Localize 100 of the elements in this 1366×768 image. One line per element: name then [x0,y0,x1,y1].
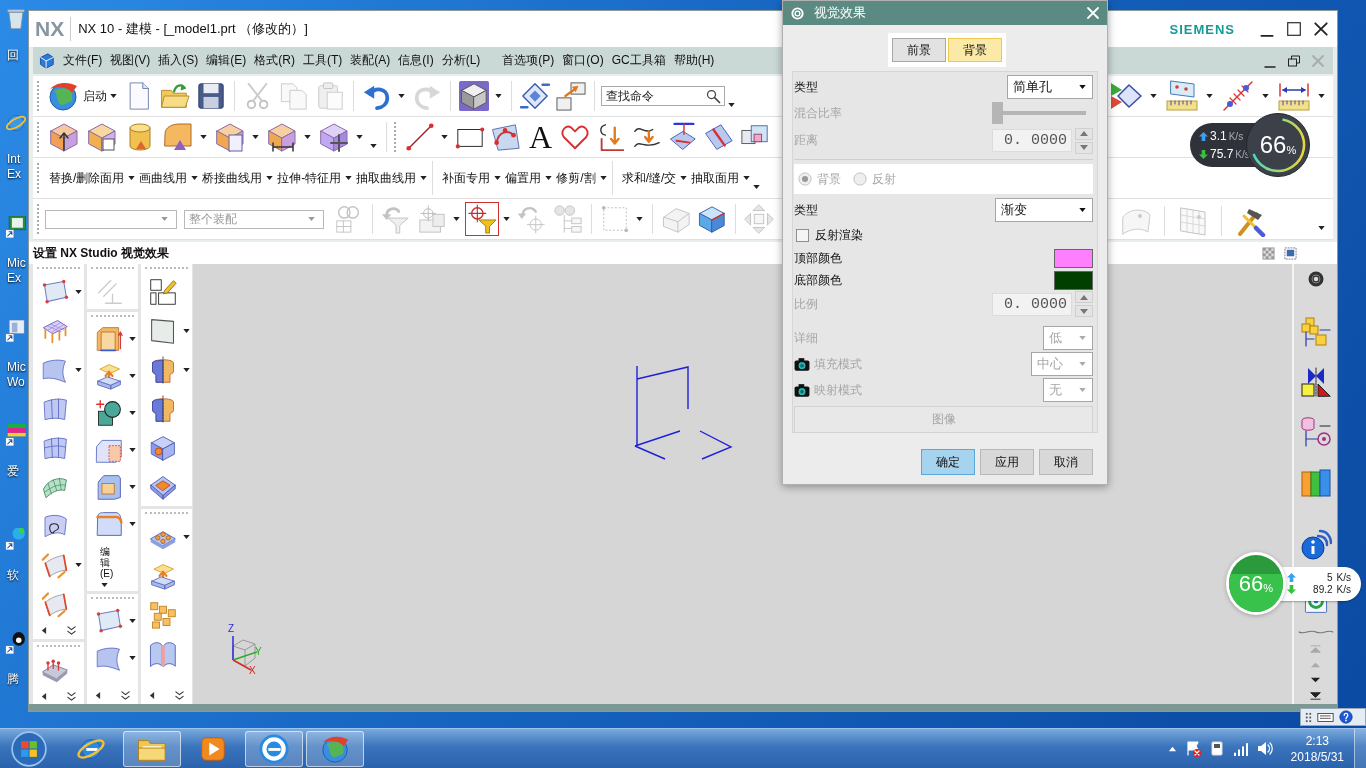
open-book-icon[interactable] [149,639,177,668]
caret-down-icon[interactable] [129,521,136,526]
restore-icon[interactable] [1287,53,1301,68]
toolbar-menu-button[interactable]: 抽取曲线用 [356,169,428,187]
toolbar-menu-button[interactable]: 桥接曲线用 [202,169,274,187]
open-folder-icon[interactable] [160,81,190,111]
caret-down-icon[interactable] [420,176,428,180]
settings-icon[interactable] [1307,271,1324,287]
caret-down-icon[interactable] [345,176,353,180]
caret-down-icon[interactable] [1318,94,1325,98]
color-swatch-icon[interactable] [1054,248,1093,268]
plane-offset-icon[interactable] [95,361,123,390]
toolbar-menu-button[interactable]: 补面专用 [442,169,502,187]
toolbar-menu-button[interactable]: 偏置用 [505,169,553,187]
circle-bar-icon[interactable] [259,733,289,764]
expand-icon[interactable] [67,625,76,635]
cube-hole-icon[interactable] [149,433,177,462]
scroll-left-icon[interactable] [95,691,101,699]
diamond-arrows-icon[interactable] [520,81,550,111]
taskbar-button[interactable] [306,730,364,767]
checkbox-option[interactable]: 反射渲染 [796,226,863,244]
square-circle-icon[interactable] [95,398,123,427]
scroll-bottom-icon[interactable] [1310,692,1321,701]
dropdown[interactable]: 渐变 [995,198,1093,222]
caret-down-icon[interactable] [545,176,553,180]
search-field[interactable]: 查找命令 [601,86,725,106]
caret-down-icon[interactable] [1079,85,1086,89]
caret-down-icon[interactable] [183,367,190,372]
cut-cylinder-icon[interactable] [149,355,177,384]
scroll-left-icon[interactable] [41,692,47,700]
caret-down-icon[interactable] [495,94,502,98]
decrement-button[interactable] [1075,305,1093,317]
caret-down-icon[interactable] [75,367,82,372]
increment-button[interactable] [1075,127,1093,140]
decrement-button[interactable] [1075,141,1093,154]
menu-item[interactable]: GC工具箱 [607,52,670,69]
caret-down-icon[interactable] [75,289,82,294]
menu-item[interactable]: 分析(L) [437,52,485,69]
clock-time[interactable]: 2:13 [1305,732,1329,749]
menu-item[interactable]: 文件(F) [59,52,107,69]
cubes-tree-icon[interactable] [1299,316,1332,348]
rounded-block-icon[interactable] [162,121,194,153]
caret-up-icon[interactable] [1167,744,1177,753]
color-swatch-icon[interactable] [1054,270,1093,290]
caret-down-icon[interactable] [128,176,136,180]
caret-down-icon[interactable] [183,534,190,539]
clock-date[interactable]: 2018/5/31 [1290,748,1344,765]
books-icon[interactable] [1299,466,1332,498]
triangles-square-icon[interactable] [1299,366,1332,398]
caret-down-icon[interactable] [1206,94,1213,98]
caret-down-icon[interactable] [1079,208,1086,212]
caret-down-icon[interactable] [129,336,136,341]
caret-down-icon[interactable] [129,447,136,452]
caret-down-icon[interactable] [1150,94,1157,98]
scroll-left-icon[interactable] [41,626,47,634]
caret-down-icon[interactable] [252,135,259,139]
spreadsheet-shortcut-icon[interactable] [5,216,27,238]
cube-arrow-icon[interactable] [48,121,80,153]
caret-down-icon[interactable] [1318,225,1325,230]
spin-down-icon[interactable] [1079,307,1089,315]
globe-ring-icon[interactable] [5,112,27,134]
caret-down-icon[interactable] [75,562,82,567]
panel-icon[interactable] [149,316,177,345]
shaded-cube-icon[interactable] [459,81,489,111]
caret-down-icon[interactable] [636,217,643,221]
caret-down-icon[interactable] [129,410,136,415]
cylinder-tree-icon[interactable] [1299,416,1332,448]
caret-down-icon[interactable] [304,135,311,139]
device-icon[interactable] [1208,740,1225,757]
menu-item[interactable]: 帮助(H) [669,52,719,69]
help-icon[interactable] [1339,710,1353,724]
menu-item[interactable]: 视图(V) [106,52,155,69]
text-tool[interactable]: A [529,121,553,153]
recycle-bin-icon[interactable] [5,8,27,30]
caret-down-icon[interactable] [398,94,405,98]
caret-down-icon[interactable] [129,373,136,378]
cube-copy-icon[interactable] [86,121,118,153]
toolbar-menu-button[interactable]: 画曲线用 [139,169,199,187]
show-desktop-button[interactable] [1354,729,1366,768]
caret-down-icon[interactable] [503,217,510,221]
toolbar-menu-button[interactable]: 修剪/割 [556,169,607,187]
box-blend-icon[interactable] [95,509,123,538]
increment-button[interactable] [1075,291,1093,303]
menu-item[interactable]: 插入(S) [154,52,203,69]
layout-pencil-icon[interactable] [149,277,177,306]
expand-icon[interactable] [67,691,76,701]
scroll-left-icon[interactable] [149,691,155,699]
flag-error-icon[interactable] [1184,740,1201,757]
maximize-icon[interactable] [1286,21,1302,37]
app-shortcut-icon[interactable] [5,632,27,654]
plane-offset-icon[interactable] [149,561,177,590]
cube-measure-icon[interactable] [266,121,298,153]
expand-icon[interactable] [175,690,184,700]
caret-down-icon[interactable] [129,655,136,660]
toolbar-menu-button[interactable]: 替换/删除面用 [49,169,136,187]
panel-ruler-icon[interactable] [1166,80,1198,112]
spin-up-icon[interactable] [1079,293,1089,301]
menu-item[interactable]: 编辑(E) [202,52,251,69]
keyboard-icon[interactable] [1317,710,1334,724]
dropdown[interactable]: 简单孔 [1007,75,1093,99]
